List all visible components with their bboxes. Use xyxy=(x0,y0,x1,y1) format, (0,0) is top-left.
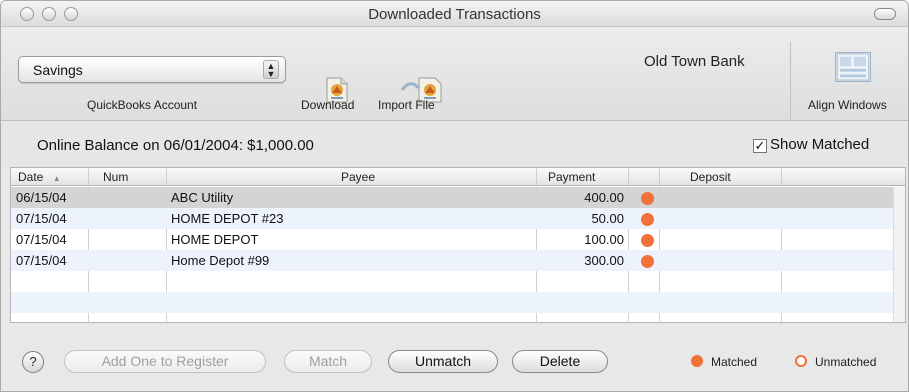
table-row[interactable]: 07/15/04 Home Depot #99 300.00 xyxy=(11,250,905,271)
payee-cell: Home Depot #99 xyxy=(171,253,270,268)
title-bar[interactable]: Downloaded Transactions xyxy=(1,1,908,27)
select-arrows-icon: ▲ ▼ xyxy=(263,60,279,79)
account-select-value: Savings xyxy=(33,62,83,78)
help-button[interactable]: ? xyxy=(22,351,44,373)
table-row[interactable]: 07/15/04 HOME DEPOT 100.00 xyxy=(11,229,905,250)
vertical-scrollbar[interactable] xyxy=(893,187,905,322)
checkmark-icon[interactable]: ✓ xyxy=(753,139,767,153)
legend-matched-label: Matched xyxy=(711,355,758,369)
bottom-bar: ? Add One to Register Match Unmatch Dele… xyxy=(1,324,908,391)
downloaded-transactions-window: Downloaded Transactions Savings ▲ ▼ Quick… xyxy=(0,0,909,392)
window-title: Downloaded Transactions xyxy=(368,6,541,23)
payment-cell: 300.00 xyxy=(584,253,624,268)
col-header-deposit[interactable]: Deposit xyxy=(690,170,731,184)
payment-cell: 100.00 xyxy=(584,232,624,247)
import-file-label[interactable]: Import File xyxy=(378,98,435,112)
table-row[interactable]: 06/15/04 ABC Utility 400.00 xyxy=(11,187,905,208)
date-cell: 06/15/04 xyxy=(16,190,67,205)
date-cell: 07/15/04 xyxy=(16,232,67,247)
matched-indicator-icon xyxy=(641,234,654,247)
table-row-empty xyxy=(11,271,905,292)
delete-button[interactable]: Delete xyxy=(512,350,608,373)
show-matched-label: Show Matched xyxy=(770,136,870,153)
matched-dot-icon xyxy=(691,355,703,367)
toolbar-toggle-button[interactable] xyxy=(874,8,896,20)
toolbar: Savings ▲ ▼ QuickBooks Account Download I… xyxy=(1,28,908,121)
legend-unmatched-label: Unmatched xyxy=(815,355,877,369)
match-button[interactable]: Match xyxy=(284,350,372,373)
unmatch-button[interactable]: Unmatch xyxy=(388,350,498,373)
toolbar-divider xyxy=(790,42,791,119)
col-header-payee[interactable]: Payee xyxy=(341,170,375,184)
payment-cell: 400.00 xyxy=(584,190,624,205)
legend-unmatched: Unmatched xyxy=(795,355,876,369)
account-label: QuickBooks Account xyxy=(87,98,198,112)
add-one-to-register-button[interactable]: Add One to Register xyxy=(64,350,266,373)
table-row[interactable]: 07/15/04 HOME DEPOT #23 50.00 xyxy=(11,208,905,229)
download-label[interactable]: Download xyxy=(301,98,354,112)
col-header-date[interactable]: Date ▲ xyxy=(18,170,61,184)
col-header-payment[interactable]: Payment xyxy=(548,170,595,184)
payment-cell: 50.00 xyxy=(591,211,624,226)
online-balance: Online Balance on 06/01/2004: $1,000.00 xyxy=(37,137,314,154)
date-cell: 07/15/04 xyxy=(16,211,67,226)
balance-row: Online Balance on 06/01/2004: $1,000.00 … xyxy=(1,122,908,167)
col-header-num[interactable]: Num xyxy=(103,170,128,184)
align-windows-label[interactable]: Align Windows xyxy=(808,98,887,112)
date-cell: 07/15/04 xyxy=(16,253,67,268)
bank-name: Old Town Bank xyxy=(644,53,745,70)
matched-indicator-icon xyxy=(641,213,654,226)
payee-cell: HOME DEPOT xyxy=(171,232,259,247)
show-matched-checkbox[interactable]: ✓ Show Matched xyxy=(753,136,869,153)
sort-ascending-icon: ▲ xyxy=(52,174,61,183)
table-header: Date ▲ Num Payee Payment Deposit xyxy=(11,168,905,186)
transactions-table: Date ▲ Num Payee Payment Deposit 06/15/0… xyxy=(10,167,906,324)
matched-indicator-icon xyxy=(641,192,654,205)
align-windows-icon[interactable] xyxy=(835,52,871,82)
quickbooks-account-select[interactable]: Savings ▲ ▼ xyxy=(18,56,286,83)
payee-cell: ABC Utility xyxy=(171,190,234,205)
unmatched-dot-icon xyxy=(795,355,807,367)
legend-matched: Matched xyxy=(691,355,757,369)
payee-cell: HOME DEPOT #23 xyxy=(171,211,284,226)
table-row-empty xyxy=(11,292,905,313)
matched-indicator-icon xyxy=(641,255,654,268)
